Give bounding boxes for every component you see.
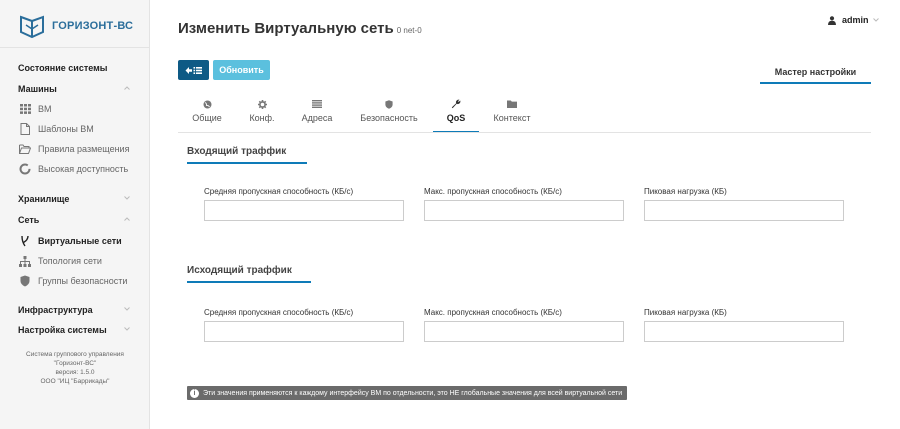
sidebar-item-infrastructure[interactable]: Инфраструктура: [18, 305, 138, 315]
sidebar-item-label: Настройка системы: [18, 325, 107, 335]
inbound-max-bandwidth-input[interactable]: [424, 200, 624, 221]
inbound-avg-label: Средняя пропускная способность (КБ/с): [204, 187, 354, 196]
globe-icon: [203, 98, 212, 110]
sidebar-item-label: Виртуальные сети: [38, 236, 122, 246]
tab-label: Контекст: [493, 113, 531, 123]
sidebar-item-label: Группы безопасности: [38, 276, 128, 286]
sidebar-item-label: Шаблоны ВМ: [38, 124, 94, 134]
chevron-down-icon: [124, 307, 130, 311]
chevron-up-icon: [124, 217, 130, 221]
inbound-peak-load-input[interactable]: [644, 200, 844, 221]
sidebar-item-security-groups[interactable]: Группы безопасности: [19, 275, 139, 287]
sidebar-item-virtual-networks[interactable]: Виртуальные сети: [19, 235, 139, 247]
tab-label: Адреса: [301, 113, 333, 123]
circle-notch-icon: [19, 163, 31, 175]
tab-label: Общие: [192, 113, 222, 123]
sidebar-item-label: Топология сети: [38, 256, 102, 266]
outbound-section-title: Исходящий траффик: [187, 265, 311, 283]
sidebar-item-placement-rules[interactable]: Правила размещения: [19, 143, 139, 155]
tab-label: QoS: [446, 113, 466, 123]
logo-icon: [20, 15, 44, 39]
footer-line: "Горизонт-ВС": [53, 360, 97, 367]
sidebar-item-vm[interactable]: ВМ: [19, 103, 139, 115]
info-note: i Эти значения применяются к каждому инт…: [187, 386, 628, 400]
sidebar-item-label: Инфраструктура: [18, 305, 93, 315]
outbound-max-bandwidth-input[interactable]: [424, 321, 624, 342]
footer-line: версия: 1.5.0: [55, 369, 95, 376]
page-title-text: Изменить Виртуальную сеть: [178, 20, 394, 37]
sidebar-item-system-status[interactable]: Состояние системы: [18, 63, 138, 73]
inbound-section-title: Входящий траффик: [187, 146, 307, 164]
wizard-tab[interactable]: Мастер настройки: [760, 62, 871, 84]
page-subtitle: 0 net-0: [396, 26, 422, 35]
folder-open-icon: [19, 143, 31, 155]
sidebar-item-vm-templates[interactable]: Шаблоны ВМ: [19, 123, 139, 135]
sidebar-item-system-settings[interactable]: Настройка системы: [18, 325, 138, 335]
sidebar: ГОРИЗОНТ-ВС Состояние системы Машины ВМ …: [0, 0, 150, 429]
tab-addresses[interactable]: Адреса: [297, 98, 337, 133]
inbound-peak-label: Пиковая нагрузка (КБ): [644, 187, 727, 196]
arrow-left-list-icon: [185, 66, 202, 74]
tab-qos[interactable]: QoS: [433, 98, 479, 133]
footer-line: ООО "ИЦ "Баррикады": [40, 378, 110, 385]
outbound-peak-load-input[interactable]: [644, 321, 844, 342]
brand-name: ГОРИЗОНТ-ВС: [52, 20, 134, 32]
sidebar-item-label: Машины: [18, 84, 57, 94]
shield-icon: [19, 275, 31, 287]
update-button[interactable]: Обновить: [213, 60, 270, 80]
back-to-list-button[interactable]: [178, 60, 209, 80]
info-note-text: Эти значения применяются к каждому интер…: [203, 389, 623, 397]
shield-icon: [385, 98, 393, 110]
page-title: Изменить Виртуальную сеть 0 net-0: [178, 20, 422, 37]
sidebar-item-network[interactable]: Сеть: [18, 215, 138, 225]
file-icon: [19, 123, 31, 135]
sidebar-item-machines[interactable]: Машины: [18, 84, 138, 94]
gear-icon: [257, 98, 267, 110]
grid-icon: [19, 103, 31, 115]
chevron-down-icon: [124, 196, 130, 200]
tab-label: Безопасность: [360, 113, 418, 123]
chevron-down-icon: [124, 327, 130, 331]
sidebar-item-label: ВМ: [38, 104, 52, 114]
folder-icon: [507, 98, 517, 110]
sidebar-item-high-availability[interactable]: Высокая доступность: [19, 163, 139, 175]
inbound-avg-bandwidth-input[interactable]: [204, 200, 404, 221]
inbound-max-label: Макс. пропускная способность (КБ/с): [424, 187, 562, 196]
user-icon: [828, 15, 836, 25]
sidebar-item-label: Сеть: [18, 215, 40, 225]
tab-security[interactable]: Безопасность: [356, 98, 422, 133]
outbound-peak-label: Пиковая нагрузка (КБ): [644, 308, 727, 317]
info-icon: i: [190, 388, 199, 398]
sidebar-item-label: Состояние системы: [18, 63, 108, 73]
brand-logo[interactable]: ГОРИЗОНТ-ВС: [18, 12, 133, 40]
outbound-max-label: Макс. пропускная способность (КБ/с): [424, 308, 562, 317]
user-name: admin: [842, 15, 869, 25]
outbound-avg-bandwidth-input[interactable]: [204, 321, 404, 342]
sidebar-item-label: Правила размещения: [38, 144, 130, 154]
sidebar-item-label: Высокая доступность: [38, 164, 129, 174]
tabs-divider: [178, 132, 871, 133]
sidebar-footer: Система группового управления "Горизонт-…: [0, 350, 150, 386]
tab-label: Конф.: [249, 113, 275, 123]
sidebar-item-storage[interactable]: Хранилище: [18, 194, 138, 204]
user-menu[interactable]: admin: [828, 15, 879, 25]
sidebar-item-network-topology[interactable]: Топология сети: [19, 255, 139, 267]
caret-down-icon: [872, 18, 879, 22]
chevron-up-icon: [124, 86, 130, 90]
tab-config[interactable]: Конф.: [244, 98, 280, 133]
network-icon: [19, 235, 31, 247]
tab-context[interactable]: Контекст: [489, 98, 535, 133]
list-icon: [312, 98, 322, 110]
footer-line: Система группового управления: [26, 351, 124, 358]
wrench-icon: [451, 98, 461, 110]
sidebar-divider: [0, 47, 150, 48]
tab-general[interactable]: Общие: [187, 98, 227, 133]
outbound-avg-label: Средняя пропускная способность (КБ/с): [204, 308, 354, 317]
sitemap-icon: [19, 255, 31, 267]
sidebar-item-label: Хранилище: [18, 194, 70, 204]
